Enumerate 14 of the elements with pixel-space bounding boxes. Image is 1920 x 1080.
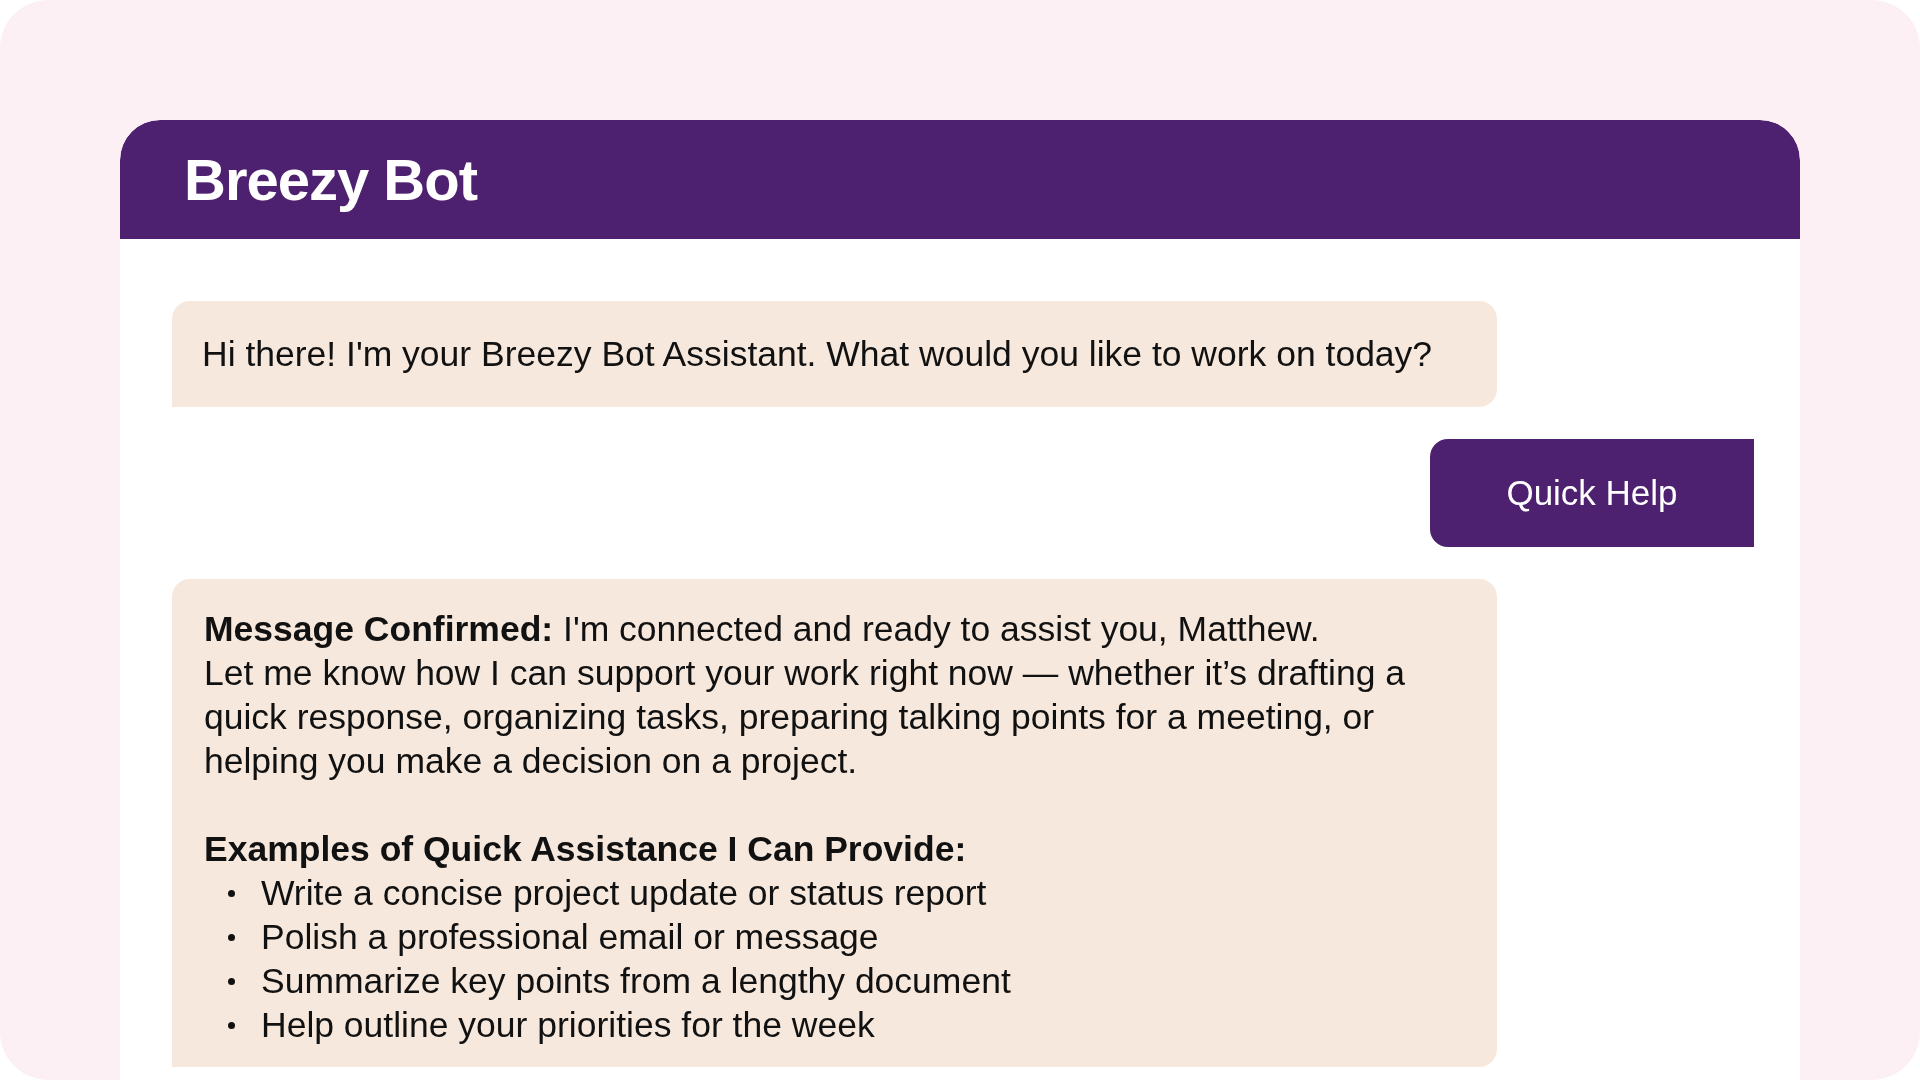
quick-help-button[interactable]: Quick Help (1430, 439, 1754, 548)
bullet-icon (228, 889, 235, 897)
message-text: Let me know how I can support your work right now — whether it’s drafting a quick response, organizing tasks, preparing talking points for a meeting, or helping you make a decision on a project. (204, 652, 1406, 784)
message-text: Message Confirmed: I'm connected and ready to assist you, Matthew. (204, 608, 1321, 652)
message-text: Hi there! I'm your Breezy Bot Assistant. What would you like to work on today? (202, 333, 1434, 376)
bullet-text: Summarize key points from a lengthy document (261, 960, 1011, 1004)
bullet-text: Help outline your priorities for the week (261, 1004, 875, 1048)
bullet-text: Write a concise project update or status report (261, 872, 987, 916)
chat-title: Breezy Bot (184, 146, 477, 213)
bullet-text: Polish a professional email or message (261, 916, 879, 960)
bullet-icon (228, 1021, 235, 1029)
examples-heading: Examples of Quick Assistance I Can Provide: (204, 828, 968, 872)
bullet-icon (228, 933, 235, 941)
bullet-icon (228, 977, 235, 985)
